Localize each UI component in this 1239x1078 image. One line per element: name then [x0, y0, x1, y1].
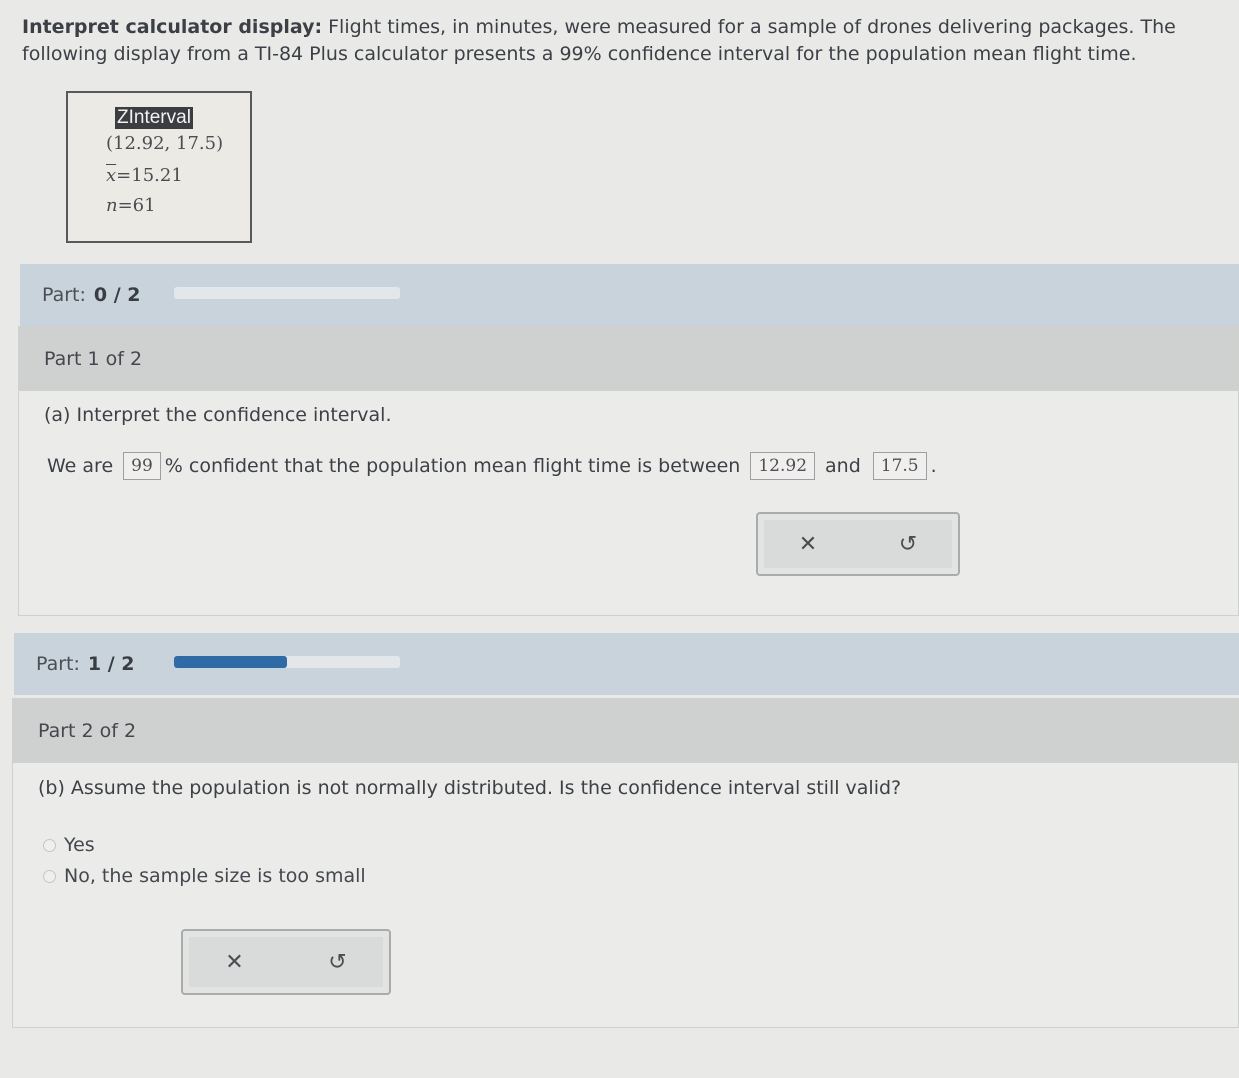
option-no-sample-too-small[interactable]: No, the sample size is too small: [43, 865, 366, 887]
part-1-answer-sentence: We are 99 % confident that the populatio…: [47, 452, 937, 480]
part-1-button-group: ✕ ↺: [756, 512, 960, 576]
part-progress-count: 0 / 2: [93, 284, 141, 306]
part-2-section: Part 2 of 2 (b) Assume the population is…: [12, 698, 1239, 1028]
option-yes[interactable]: Yes: [43, 834, 95, 856]
reset-icon[interactable]: ↺: [318, 950, 358, 975]
part-1-question: (a) Interpret the confidence interval.: [44, 404, 392, 426]
part-1-section: Part 1 of 2 (a) Interpret the confidence…: [18, 326, 1239, 616]
upper-bound-field[interactable]: 17.5: [872, 452, 927, 480]
progress-track-2: [174, 656, 400, 668]
sentence-start: We are: [47, 455, 114, 477]
progress-fill-2: [174, 656, 287, 668]
part-progress-label: Part:: [36, 653, 80, 675]
option-label: Yes: [64, 834, 95, 856]
option-label: No, the sample size is too small: [64, 865, 366, 887]
lower-bound-field[interactable]: 12.92: [750, 452, 816, 480]
clear-icon[interactable]: ✕: [215, 950, 255, 975]
calculator-title: ZInterval: [115, 107, 193, 129]
sentence-and: and: [825, 455, 861, 477]
xbar-symbol: x: [106, 165, 117, 186]
xbar-value: =15.21: [116, 165, 183, 186]
sentence-middle: % confident that the population mean fli…: [164, 455, 741, 477]
part-2-button-group: ✕ ↺: [181, 929, 391, 995]
part-2-heading: Part 2 of 2: [13, 699, 1238, 763]
n-symbol: n: [106, 195, 118, 216]
calculator-sample-size: n=61: [106, 195, 156, 216]
part-1-heading: Part 1 of 2: [19, 327, 1238, 391]
part-progress-count: 1 / 2: [87, 653, 135, 675]
part-progress-label: Part:: [42, 284, 86, 306]
problem-statement: Interpret calculator display: Flight tim…: [22, 14, 1227, 68]
calculator-interval: (12.92, 17.5): [106, 133, 224, 154]
progress-track-1: [174, 287, 400, 299]
sentence-end: .: [930, 455, 937, 477]
n-value: =61: [117, 195, 156, 216]
problem-title: Interpret calculator display:: [22, 16, 323, 38]
radio-button[interactable]: [43, 869, 56, 883]
part-2-question: (b) Assume the population is not normall…: [38, 777, 902, 799]
calculator-sample-mean: x=15.21: [106, 165, 183, 186]
reset-icon[interactable]: ↺: [888, 532, 928, 557]
confidence-level-field[interactable]: 99: [123, 452, 161, 480]
calculator-display: ZInterval (12.92, 17.5) x=15.21 n=61: [66, 91, 252, 243]
radio-button[interactable]: [43, 838, 56, 852]
clear-icon[interactable]: ✕: [788, 532, 828, 557]
